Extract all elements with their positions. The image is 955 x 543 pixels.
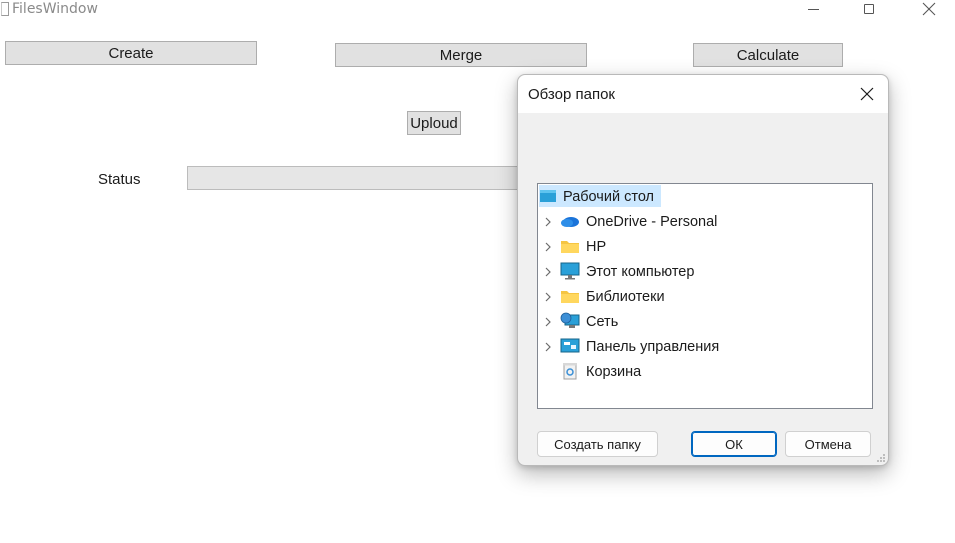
minimize-button[interactable] <box>790 0 836 18</box>
tree-item-onedrive[interactable]: OneDrive - Personal <box>538 209 872 234</box>
tree-item-network[interactable]: Сеть <box>538 309 872 334</box>
tree-item-label: OneDrive - Personal <box>586 213 718 230</box>
folder-icon <box>560 286 580 306</box>
window-title: FilesWindow <box>12 1 98 17</box>
tree-item-label: Панель управления <box>586 338 720 355</box>
chevron-right-icon[interactable] <box>543 259 553 284</box>
tree-item-desktop[interactable]: Рабочий стол <box>538 184 872 209</box>
chevron-right-icon[interactable] <box>543 309 553 334</box>
desktop-icon <box>538 186 558 206</box>
close-window-button[interactable] <box>906 0 952 18</box>
status-label: Status <box>98 171 141 188</box>
dialog-title: Обзор папок <box>528 86 615 103</box>
calculate-button[interactable]: Calculate <box>693 43 843 67</box>
cancel-button[interactable]: Отмена <box>785 431 871 457</box>
resize-grip-icon[interactable] <box>876 453 886 463</box>
status-field <box>187 166 527 190</box>
folder-tree[interactable]: Рабочий стол OneDrive - Personal HP Этот… <box>537 183 873 409</box>
dialog-close-button[interactable] <box>854 81 880 107</box>
tree-item-label: HP <box>586 238 607 255</box>
tree-item-recycle-bin[interactable]: Корзина <box>538 359 872 384</box>
minimize-icon <box>807 8 819 10</box>
tree-item-this-pc[interactable]: Этот компьютер <box>538 259 872 284</box>
control-panel-icon <box>560 336 580 356</box>
close-icon <box>922 2 936 16</box>
network-icon <box>560 311 580 331</box>
tree-item-label: Сеть <box>586 313 619 330</box>
maximize-icon <box>864 4 874 14</box>
onedrive-icon <box>560 211 580 231</box>
chevron-right-icon[interactable] <box>543 334 553 359</box>
tree-item-label: Корзина <box>586 363 642 380</box>
computer-icon <box>560 261 580 281</box>
tree-item-label: Этот компьютер <box>586 263 695 280</box>
app-icon <box>1 2 9 16</box>
chevron-right-icon[interactable] <box>543 284 553 309</box>
chevron-right-icon[interactable] <box>543 209 553 234</box>
upload-button[interactable]: Uploud <box>407 111 461 135</box>
folder-icon <box>560 236 580 256</box>
merge-button[interactable]: Merge <box>335 43 587 67</box>
maximize-button[interactable] <box>846 0 892 18</box>
tree-item-libraries[interactable]: Библиотеки <box>538 284 872 309</box>
tree-item-control-panel[interactable]: Панель управления <box>538 334 872 359</box>
tree-item-hp[interactable]: HP <box>538 234 872 259</box>
new-folder-button[interactable]: Создать папку <box>537 431 658 457</box>
dialog-header: Обзор папок <box>518 75 888 113</box>
tree-item-label: Библиотеки <box>586 288 665 305</box>
tree-item-label: Рабочий стол <box>563 188 655 205</box>
recycle-bin-icon <box>560 361 580 381</box>
browse-folder-dialog: Обзор папок Рабочий стол OneDrive - Pers… <box>517 74 889 466</box>
create-button[interactable]: Create <box>5 41 257 65</box>
ok-button[interactable]: ОК <box>691 431 777 457</box>
close-icon <box>860 87 874 101</box>
chevron-right-icon[interactable] <box>543 234 553 259</box>
files-window: FilesWindow Create Merge Calculate Uplou… <box>0 0 955 543</box>
